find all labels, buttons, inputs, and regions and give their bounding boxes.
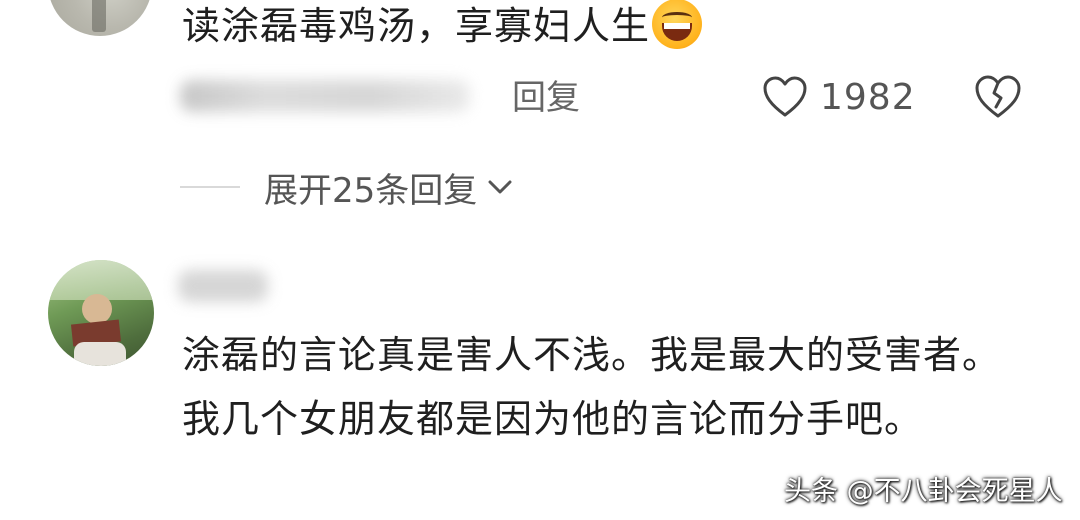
chevron-down-icon <box>488 180 512 194</box>
expand-divider <box>180 186 240 188</box>
comment-1: 读涂磊毒鸡汤，享寡妇人生 <box>182 0 703 58</box>
heart-icon <box>763 76 807 117</box>
reply-button[interactable]: 回复 <box>512 76 580 120</box>
avatar-body <box>74 342 126 366</box>
dislike-button[interactable] <box>974 74 1022 120</box>
comment-1-meta-redacted <box>180 80 470 112</box>
expand-replies-label: 展开25条回复 <box>264 170 478 211</box>
comment-1-text: 读涂磊毒鸡汤，享寡妇人生 <box>182 4 651 48</box>
source-watermark: 头条 @不八卦会死星人 <box>784 476 1063 507</box>
expand-replies-button[interactable]: 展开25条回复 <box>180 162 515 212</box>
like-count: 1982 <box>820 76 916 118</box>
commenter-name-2-redacted <box>178 270 268 302</box>
avatar-figure <box>92 0 106 32</box>
commenter-avatar-2[interactable] <box>48 260 154 366</box>
comment-2-text: 涂磊的言论真是害人不浅。我是最大的受害者。我几个女朋友都是因为他的言论而分手吧。 <box>182 333 1002 441</box>
like-button[interactable]: 1982 <box>762 72 916 122</box>
avatar-figure <box>82 294 112 324</box>
commenter-avatar-1[interactable] <box>48 0 152 36</box>
laughing-emoji-icon <box>652 0 703 49</box>
broken-heart-icon <box>975 75 1021 118</box>
